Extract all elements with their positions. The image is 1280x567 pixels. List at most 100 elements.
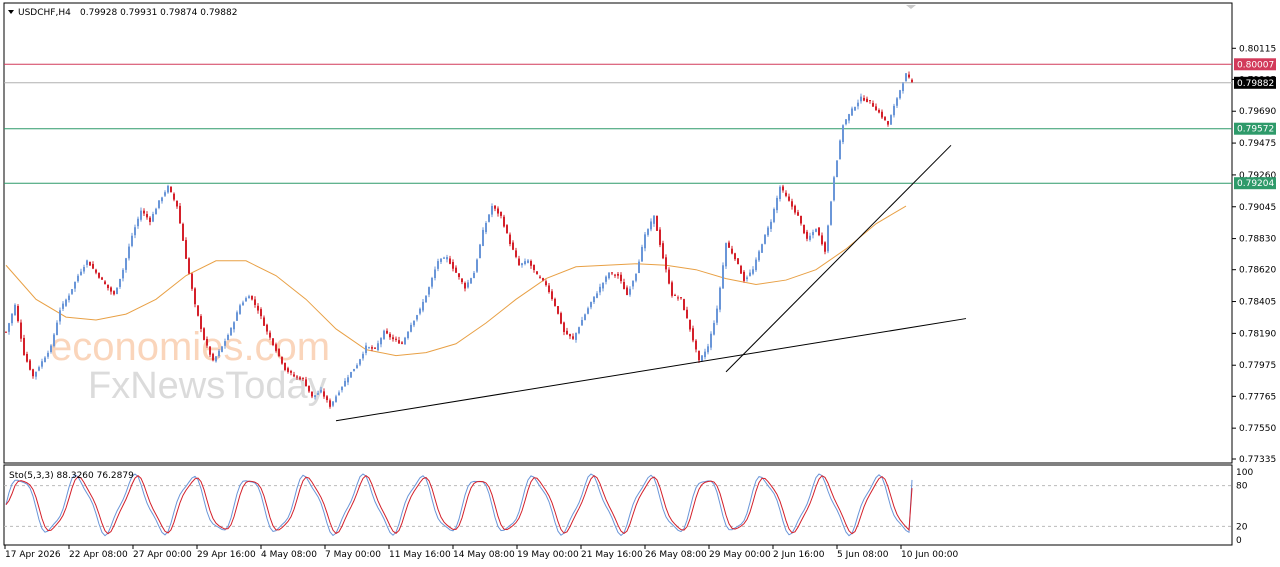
x-tick-label: 11 May 16:00 [389,550,451,560]
candle [116,287,118,295]
candle [191,272,193,291]
y-tick-label: 0.77765 [1239,392,1276,402]
x-tick-label: 17 Apr 2026 [5,550,61,560]
candle [899,89,901,100]
candle [281,356,283,365]
candle [272,337,274,347]
price-chart[interactable]: economies.com FxNewsToday USDCHF,H4 0.79… [0,0,1280,567]
y-tick-label: 0.80115 [1239,44,1276,54]
candle [836,160,838,178]
watermark-line1: economies.com [50,325,330,369]
x-tick-label: 21 May 16:00 [581,550,643,560]
candle [197,305,199,317]
candle [905,72,907,82]
candle [671,280,673,298]
candle [830,200,832,226]
candle [890,114,892,125]
candle [773,207,775,224]
x-tick-label: 26 May 08:00 [645,550,707,560]
candle [833,175,835,202]
candle [488,214,490,223]
candle [482,227,484,247]
x-tick-label: 29 May 00:00 [709,550,771,560]
price-level-label: 0.79572 [1237,125,1274,135]
candle [584,313,586,321]
candle [761,243,763,253]
stochastic-label: Sto(5,3,3) 88.3260 76.2879 [9,471,134,481]
candle [560,311,562,325]
candle [185,237,187,259]
candle [239,303,241,315]
candle [827,224,829,254]
candle [212,352,214,362]
candle [383,329,385,340]
y-tick-label: 0.77335 [1239,455,1276,465]
stochastic-tick-label: 100 [1236,468,1253,478]
x-tick-label: 27 Apr 00:00 [133,550,192,560]
candle [470,277,472,284]
x-tick-label: 7 May 00:00 [325,550,381,560]
candle [536,270,538,275]
symbol-label: USDCHF,H4 [18,8,71,18]
candle [668,267,670,285]
x-tick-label: 22 Apr 08:00 [69,550,128,560]
y-tick-label: 0.79475 [1239,139,1276,149]
candle [503,214,505,228]
candle [758,249,760,262]
candle [737,257,739,265]
y-tick-label: 0.79690 [1239,107,1276,117]
x-tick-label: 19 May 00:00 [517,550,579,560]
candle [182,222,184,241]
price-level-label: 0.80007 [1237,60,1274,70]
candle [764,234,766,245]
candle [725,242,727,270]
candle [14,303,16,316]
candle [662,240,664,260]
candle [506,224,508,234]
y-tick-label: 0.78830 [1239,235,1276,245]
price-level-label: 0.79204 [1237,179,1274,189]
stochastic-tick-label: 80 [1236,482,1248,492]
x-tick-label: 4 May 08:00 [261,550,317,560]
candle [404,336,406,345]
candle [188,257,190,275]
candle [701,355,703,362]
y-tick-label: 0.77975 [1239,361,1276,371]
candle [29,358,31,371]
candle [842,124,844,145]
candle [641,244,643,262]
candle [659,227,661,248]
candle [557,305,559,315]
candle [818,227,820,237]
stochastic-tick-label: 0 [1236,536,1242,546]
y-tick-label: 0.78190 [1239,329,1276,339]
candle [350,371,352,379]
candle [353,368,355,372]
candle [170,186,172,193]
candle [803,224,805,235]
candle [554,297,556,307]
candle [656,215,658,231]
candle [65,298,67,307]
candle [89,261,91,266]
candle [278,348,280,358]
x-tick-label: 2 Jun 16:00 [773,550,825,560]
candle [743,270,745,283]
candle [158,200,160,210]
candle [839,139,841,160]
candle [719,286,721,313]
candle [221,346,223,353]
candle [854,106,856,111]
candle [23,334,25,356]
candle [20,319,22,342]
quote-values: 0.79928 0.79931 0.79874 0.79882 [80,8,237,18]
candle [479,243,481,259]
candle [722,262,724,290]
candle [425,295,427,303]
x-tick-label: 14 May 08:00 [453,550,515,560]
stochastic-tick-label: 20 [1236,522,1248,532]
x-tick-label: 5 Jun 08:00 [837,550,889,560]
candle [98,272,100,279]
y-tick-label: 0.79045 [1239,203,1276,213]
candle [683,298,685,311]
